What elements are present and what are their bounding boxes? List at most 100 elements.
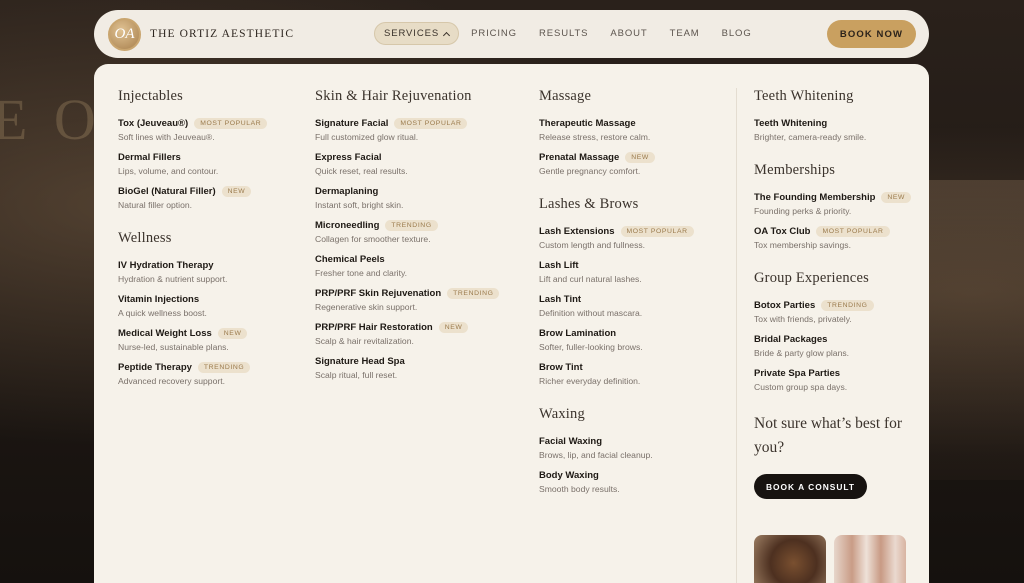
menu-item-header: PRP/PRF Skin Rejuvenation TRENDING [315,287,500,299]
menu-item-header: Prenatal Massage NEW [539,151,694,163]
menu-item-header: Chemical Peels [315,253,499,265]
menu-item[interactable]: Lash Extensions MOST POPULAR Custom length… [539,225,694,250]
menu-item-description: Instant soft, bright skin. [315,200,404,210]
menu-column-4: Teeth Whitening Teeth Whitening Brighter, … [754,88,924,499]
menu-item-header: Botox Parties TRENDING [754,299,924,311]
menu-group-title: Waxing [539,406,585,422]
menu-item-name: Body Waxing [539,469,599,481]
menu-item[interactable]: Body Waxing Smooth body results. [539,469,694,495]
menu-item-header: Vitamin Injections [118,293,267,305]
menu-group-title: Massage [539,88,592,104]
menu-item[interactable]: PRP/PRF Skin Rejuvenation TRENDING Regener… [315,287,500,312]
menu-item-badge: NEW [221,185,252,197]
nav-results[interactable]: RESULTS [529,22,598,45]
nav-services[interactable]: SERVICES [374,22,460,45]
menu-item[interactable]: Tox (Jeuveau®) MOST POPULAR Soft lines wit… [118,117,268,142]
brand-name: THE ORTIZ AESTHETIC [150,28,295,40]
menu-group: Memberships The Founding Membership NEW Fou… [754,162,924,250]
menu-item-header: Tox (Jeuveau®) MOST POPULAR [118,117,268,129]
menu-item[interactable]: Brow Lamination Softer, fuller-looking br… [539,327,694,353]
menu-group: Waxing Facial Waxing Brows, lip, and facia… [539,406,694,495]
menu-item[interactable]: Express Facial Quick reset, real results. [315,151,499,177]
menu-group: Skin & Hair Rejuvenation Signature Facial… [315,88,500,381]
menu-column-4-groups: Teeth Whitening Teeth Whitening Brighter, … [754,88,924,393]
menu-item-name: Express Facial [315,151,382,163]
background-signage: E O [0,87,102,152]
menu-item-description: Custom group spa days. [754,382,848,392]
menu-item-description: Quick reset, real results. [315,166,408,176]
nav-pricing[interactable]: PRICING [461,22,527,45]
menu-item[interactable]: Brow Tint Richer everyday definition. [539,361,694,387]
book-consult-button[interactable]: BOOK A CONSULT [754,474,867,499]
menu-item-name: Brow Lamination [539,327,617,339]
menu-item-description: Release stress, restore calm. [539,132,651,142]
menu-item[interactable]: IV Hydration Therapy Hydration & nutrient… [118,259,267,285]
logo-monogram-icon: OA [108,17,141,51]
menu-item[interactable]: Teeth Whitening Brighter, camera-ready sm… [754,117,924,143]
menu-item-description: Nurse-led, sustainable plans. [118,342,229,352]
menu-item[interactable]: Botox Parties TRENDING Tox with friends, p… [754,299,924,324]
menu-item[interactable]: Facial Waxing Brows, lip, and facial clea… [539,435,694,461]
menu-item-name: Dermal Fillers [118,151,181,163]
main-nav: SERVICES PRICING RESULTS ABOUT TEAM BLOG [374,22,764,45]
menu-item[interactable]: Medical Weight Loss NEW Nurse-led, sustain… [118,327,267,352]
menu-item[interactable]: Vitamin Injections A quick wellness boost… [118,293,267,319]
menu-item-header: Brow Lamination [539,327,694,339]
menu-item[interactable]: Lash Lift Lift and curl natural lashes. [539,259,694,285]
menu-item-header: BioGel (Natural Filler) NEW [118,185,267,197]
menu-item-header: Medical Weight Loss NEW [118,327,267,339]
menu-item-badge: TRENDING [197,361,251,373]
menu-item-badge: MOST POPULAR [620,225,694,237]
menu-item-name: Tox (Jeuveau®) [118,117,189,129]
menu-item-header: PRP/PRF Hair Restoration NEW [315,321,499,333]
menu-item-description: Softer, fuller-looking brows. [539,342,643,352]
menu-item-badge: NEW [438,321,469,333]
nav-blog[interactable]: BLOG [712,22,762,45]
menu-item-header: Lash Lift [539,259,694,271]
menu-item[interactable]: Bridal Packages Bride & party glow plans. [754,333,924,359]
menu-item[interactable]: PRP/PRF Hair Restoration NEW Scalp & hair … [315,321,499,346]
book-now-button[interactable]: BOOK NOW [827,20,916,48]
nav-about[interactable]: ABOUT [600,22,657,45]
menu-item-header: Signature Head Spa [315,355,499,367]
menu-item[interactable]: Signature Facial MOST POPULAR Full customi… [315,117,499,142]
menu-item[interactable]: OA Tox Club MOST POPULAR Tox membership sa… [754,225,924,250]
menu-item[interactable]: Chemical Peels Fresher tone and clarity. [315,253,499,279]
menu-item-badge: NEW [625,151,655,163]
menu-item-description: Smooth body results. [539,484,620,494]
chevron-up-icon [443,31,451,39]
menu-item[interactable]: The Founding Membership NEW Founding perks… [754,191,924,216]
menu-item-name: Botox Parties [754,299,816,311]
menu-item-description: Richer everyday definition. [539,376,641,386]
menu-item-description: Natural filler option. [118,200,193,210]
menu-item[interactable]: BioGel (Natural Filler) NEW Natural filler… [118,185,267,210]
menu-item-name: IV Hydration Therapy [118,259,214,271]
menu-group-title: Wellness [118,230,172,246]
menu-item[interactable]: Signature Head Spa Scalp ritual, full res… [315,355,499,381]
menu-item-description: Founding perks & priority. [754,206,852,216]
menu-item[interactable]: Private Spa Parties Custom group spa days… [754,367,924,393]
menu-item[interactable]: Microneedling TRENDING Collagen for smooth… [315,219,499,244]
menu-item-header: Bridal Packages [754,333,924,345]
menu-item-name: Lash Tint [539,293,582,305]
menu-item-header: Lash Tint [539,293,694,305]
menu-item-description: Tox membership savings. [754,240,851,250]
menu-item-header: Brow Tint [539,361,694,373]
menu-item[interactable]: Lash Tint Definition without mascara. [539,293,694,319]
menu-item[interactable]: Dermal Fillers Lips, volume, and contour. [118,151,267,177]
brand-logo[interactable]: OA THE ORTIZ AESTHETIC [108,17,295,51]
menu-item[interactable]: Dermaplaning Instant soft, bright skin. [315,185,499,211]
menu-column-3: Massage Therapeutic Massage Release stress… [539,88,694,514]
menu-item[interactable]: Peptide Therapy TRENDING Advanced recovery… [118,361,267,386]
nav-team[interactable]: TEAM [660,22,710,45]
menu-item-name: PRP/PRF Skin Rejuvenation [315,287,442,299]
menu-item[interactable]: Therapeutic Massage Release stress, resto… [539,117,694,143]
services-mega-menu: Injectables Tox (Jeuveau®) MOST POPULAR Sof… [94,64,929,583]
column-divider [736,88,737,583]
menu-column-1: Injectables Tox (Jeuveau®) MOST POPULAR Sof… [118,88,268,406]
menu-group: Lashes & Brows Lash Extensions MOST POPULA… [539,196,694,387]
menu-item[interactable]: Prenatal Massage NEW Gentle pregnancy comf… [539,151,694,176]
menu-item-badge: MOST POPULAR [194,117,268,129]
menu-item-header: OA Tox Club MOST POPULAR [754,225,924,237]
menu-group-title: Group Experiences [754,270,869,286]
